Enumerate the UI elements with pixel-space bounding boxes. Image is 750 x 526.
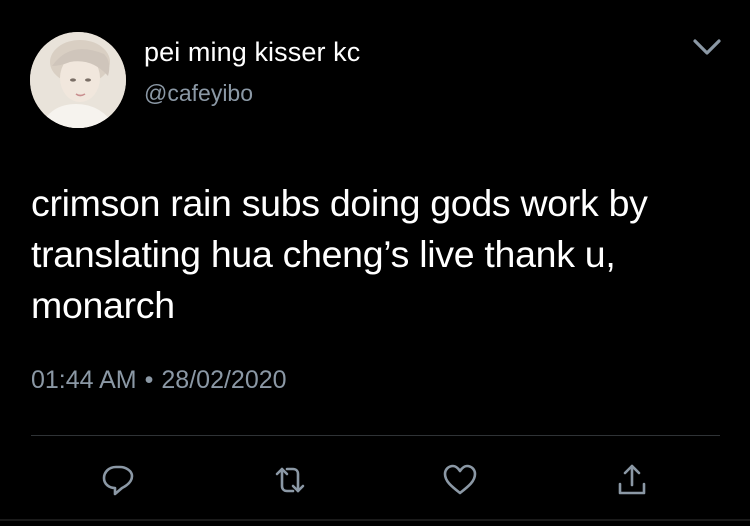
like-button[interactable] (440, 460, 480, 500)
meta-separator: • (144, 366, 154, 394)
share-icon (618, 464, 646, 495)
chevron-down-icon[interactable] (690, 34, 724, 60)
tweet: pei ming kisser kc @cafeyibo crimson rai… (0, 0, 750, 526)
tweet-time: 01:44 AM (31, 366, 137, 394)
share-button[interactable] (612, 460, 652, 500)
display-name[interactable]: pei ming kisser kc (144, 37, 360, 68)
retweet-icon (275, 467, 305, 493)
retweet-button[interactable] (270, 460, 310, 500)
avatar-image (30, 32, 126, 128)
user-handle[interactable]: @cafeyibo (144, 80, 253, 107)
heart-icon (443, 464, 477, 495)
tweet-timestamp[interactable]: 01:44 AM • 28/02/2020 (31, 366, 287, 395)
bottom-divider (0, 519, 750, 521)
reply-button[interactable] (98, 460, 138, 500)
avatar[interactable] (30, 32, 126, 128)
divider (31, 435, 720, 436)
tweet-text: crimson rain subs doing gods work by tra… (31, 182, 648, 326)
reply-icon (102, 465, 134, 496)
tweet-date: 28/02/2020 (161, 366, 287, 394)
